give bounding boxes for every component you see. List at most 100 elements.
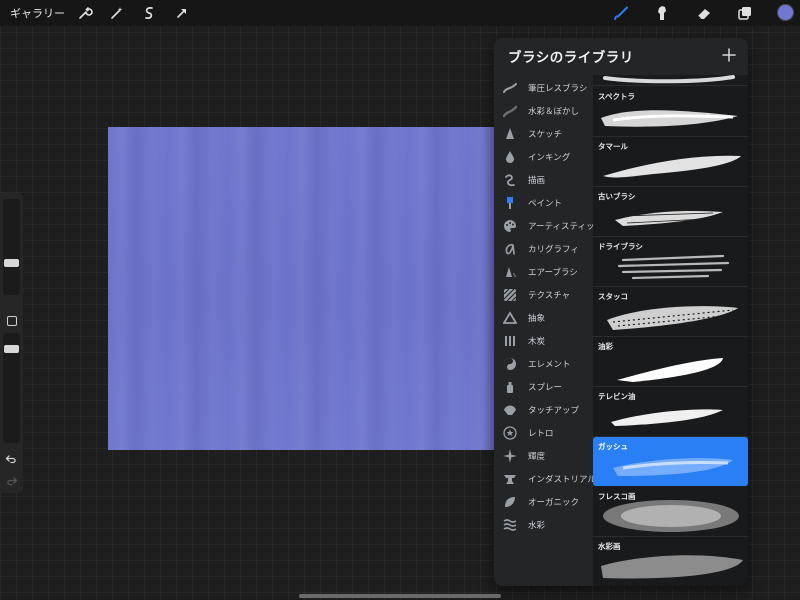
category-item[interactable]: レトロ [494,421,594,444]
category-label: タッチアップ [528,405,580,416]
brush-item[interactable]: 水彩画 [593,537,748,586]
wrench-icon[interactable] [76,4,94,22]
palette-icon [503,219,517,233]
panel-title: ブラシのライブラリ [508,50,634,66]
airbrush-icon [503,265,517,279]
brush-library-panel: ブラシのライブラリ 筆圧レスブラシ 水彩＆ぼかし スケッチ インキング 描画 ペ… [494,38,748,586]
pressure-curve-icon [503,81,517,95]
texture-icon [503,288,517,302]
category-item[interactable]: 水彩＆ぼかし [494,99,594,122]
category-item[interactable]: スケッチ [494,122,594,145]
category-label: 木炭 [528,336,546,347]
brush-item[interactable]: フレスコ画 [593,487,748,537]
color-swatch[interactable] [777,4,794,21]
watercolor-curve-icon [503,104,517,118]
calligraphy-icon [503,242,517,256]
brush-item[interactable]: テレビン油 [593,387,748,437]
charcoal-icon [503,334,517,348]
category-item[interactable]: 水彩 [494,513,594,536]
paintbrush-icon [503,196,517,210]
smudge-icon[interactable] [653,4,671,22]
category-label: 描画 [528,175,546,186]
selection-icon[interactable] [140,4,158,22]
brush-item-partial[interactable] [593,75,748,86]
category-item[interactable]: エアーブラシ [494,260,594,283]
category-label: 筆圧レスブラシ [528,83,588,94]
sparkle-icon [503,448,517,463]
undo-icon[interactable] [5,451,18,464]
category-label: エアーブラシ [528,267,578,278]
category-item[interactable]: カリグラフィ [494,237,594,260]
opacity-slider[interactable] [3,333,20,443]
category-label: 輝度 [528,451,546,462]
brush-stroke-preview [593,546,748,586]
anvil-icon [503,472,517,486]
yin-yang-icon [503,357,517,371]
category-label: スケッチ [528,129,563,140]
home-indicator[interactable] [299,594,501,598]
modify-button[interactable] [7,316,17,326]
opacity-thumb[interactable] [4,345,19,353]
category-item[interactable]: エレメント [494,352,594,375]
brush-item[interactable]: 古いブラシ [593,187,748,237]
top-toolbar: ギャラリー [0,0,800,26]
brush-item-selected[interactable]: ガッシュ [593,437,748,486]
shell-icon [503,403,517,417]
gallery-button[interactable]: ギャラリー [10,5,65,21]
eraser-icon[interactable] [695,4,713,22]
category-item[interactable]: オーガニック [494,490,594,513]
brush-stroke-preview [593,446,748,486]
brush-item[interactable]: スタッコ [593,287,748,337]
magic-wand-icon[interactable] [108,4,126,22]
category-item[interactable]: 抽象 [494,306,594,329]
category-label: スプレー [528,382,563,393]
category-label: 水彩＆ぼかし [528,106,580,117]
category-list: 筆圧レスブラシ 水彩＆ぼかし スケッチ インキング 描画 ペイント アーティステ… [494,76,594,586]
drawing-canvas[interactable] [108,127,494,450]
category-item[interactable]: 輝度 [494,444,594,467]
triangle-icon [503,310,517,325]
category-item[interactable]: タッチアップ [494,398,594,421]
brush-stroke-preview [593,196,748,236]
brush-item[interactable]: タマール [593,137,748,187]
brush-stroke-preview [593,396,748,436]
category-label: 水彩 [528,520,546,531]
brush-stroke-preview [593,296,748,336]
category-item[interactable]: 木炭 [494,329,594,352]
category-item[interactable]: 描画 [494,168,594,191]
category-item[interactable]: テクスチャ [494,283,594,306]
brush-size-slider[interactable] [3,199,20,295]
layers-icon[interactable] [736,4,754,22]
brush-stroke-preview [593,146,748,186]
brush-item[interactable]: 油彩 [593,337,748,387]
category-label: 抽象 [528,313,546,324]
star-badge-icon [503,425,517,440]
redo-icon[interactable] [5,473,18,486]
add-brush-icon[interactable] [720,46,738,64]
category-item[interactable]: 筆圧レスブラシ [494,76,594,99]
brush-size-thumb[interactable] [4,259,19,267]
brush-list: スペクトラ タマール 古いブラシ ドライブラシ スタッコ 油彩 テレビン油 ガッ… [593,75,748,586]
brush-stroke-preview [593,96,748,136]
category-label: オーガニック [528,497,580,508]
category-item[interactable]: アーティスティック [494,214,594,237]
category-label: アーティスティック [528,221,594,232]
transform-arrow-icon[interactable] [173,4,191,22]
brush-item[interactable]: スペクトラ [593,87,748,137]
category-item[interactable]: ペイント [494,191,594,214]
category-item[interactable]: スプレー [494,375,594,398]
category-label: エレメント [528,359,571,370]
category-label: インダストリアル [528,474,594,485]
brush-item[interactable]: ドライブラシ [593,237,748,287]
category-label: カリグラフィ [528,244,579,255]
spray-can-icon [503,380,517,394]
waves-icon [503,518,517,532]
category-item[interactable]: インダストリアル [494,467,594,490]
draw-loop-icon [503,173,517,187]
category-label: インキング [528,152,571,163]
category-label: テクスチャ [528,290,571,301]
brush-icon[interactable] [612,4,630,22]
category-item[interactable]: インキング [494,145,594,168]
category-label: ペイント [528,198,563,209]
left-sidebar [0,193,23,493]
